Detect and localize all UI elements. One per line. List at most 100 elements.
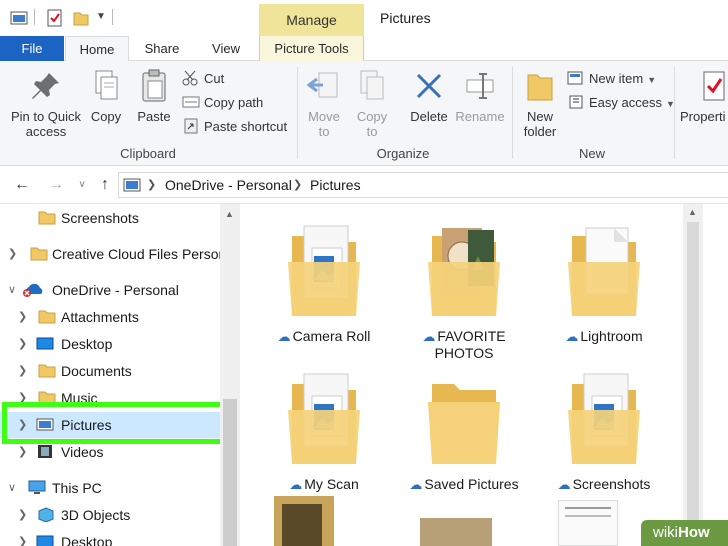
collapse-chevron-icon[interactable]: ∨ (8, 475, 16, 501)
folder-name: FAVORITE PHOTOS (434, 328, 506, 361)
folder-screenshots[interactable]: ☁ Screenshots (544, 368, 664, 493)
up-arrow-icon[interactable]: ↑ (95, 175, 115, 195)
new-folder-label: New folder (523, 109, 557, 139)
easy-access-button[interactable]: Easy access ▼ (567, 93, 675, 113)
cloud-icon: ☁ (557, 477, 571, 492)
expand-chevron-icon[interactable]: ❯ (18, 529, 27, 546)
cut-label: Cut (204, 71, 225, 86)
delete-button[interactable]: Delete (404, 69, 454, 124)
address-bar: ← → ∨ ↑ ❯ OneDrive - Personal ❯ Pictures (0, 166, 728, 204)
new-folder-button[interactable]: New folder (518, 69, 562, 139)
onedrive-icon (23, 283, 43, 297)
window-title: Pictures (380, 10, 431, 26)
pin-to-quick-access-button[interactable]: Pin to Quick access (6, 69, 86, 139)
folder-icon (38, 364, 56, 378)
scroll-up-icon[interactable]: ▲ (688, 207, 697, 217)
folder-camera-roll[interactable]: ☁ Camera Roll (264, 220, 384, 345)
delete-label: Delete (410, 109, 448, 124)
computer-icon (28, 480, 46, 494)
breadcrumb-pictures[interactable]: Pictures (310, 177, 361, 193)
tab-home[interactable]: Home (65, 36, 129, 62)
folder-favorite-photos[interactable]: ☁ FAVORITE PHOTOS (404, 220, 524, 362)
clipboard-group-label: Clipboard (120, 146, 176, 161)
move-to-icon (307, 72, 338, 98)
nav-item-label: Desktop (61, 534, 113, 546)
rename-label: Rename (455, 109, 505, 124)
tab-share[interactable]: Share (134, 36, 190, 61)
watermark-prefix: wiki (653, 524, 678, 541)
expand-chevron-icon[interactable]: ❯ (18, 304, 27, 330)
forward-arrow-icon[interactable]: → (46, 175, 66, 195)
nav-item-onedrive[interactable]: ∨ OneDrive - Personal (0, 277, 220, 303)
nav-item-this-pc[interactable]: ∨ This PC (0, 475, 220, 501)
desktop-icon (36, 535, 54, 546)
nav-item-3d-objects[interactable]: ❯ 3D Objects (0, 502, 220, 528)
breadcrumb-onedrive[interactable]: OneDrive - Personal (165, 177, 292, 193)
paste-shortcut-button[interactable]: Paste shortcut (182, 117, 287, 137)
explorer-icon (10, 11, 28, 25)
nav-item-attachments[interactable]: ❯ Attachments (0, 304, 220, 330)
folder-icon (30, 247, 48, 261)
photo-thumbnail[interactable] (420, 518, 492, 546)
nav-scrollbar-thumb[interactable] (223, 399, 237, 546)
expand-chevron-icon[interactable]: ❯ (18, 502, 27, 528)
properties-icon (703, 71, 725, 101)
pin-icon (32, 73, 59, 99)
cloud-icon: ☁ (277, 329, 291, 344)
tab-picture-tools[interactable]: Picture Tools (259, 36, 364, 61)
tab-view[interactable]: View (198, 36, 254, 61)
folder-lightroom[interactable]: ☁ Lightroom (544, 220, 664, 345)
nav-item-desktop-pc[interactable]: ❯ Desktop (0, 529, 220, 546)
move-to-button[interactable]: Move to (302, 69, 346, 139)
recent-locations-icon[interactable]: ∨ (72, 175, 92, 195)
folder-name: Screenshots (572, 476, 651, 492)
content-scrollbar[interactable]: ▲ (683, 204, 703, 546)
copy-to-button[interactable]: Copy to (350, 69, 394, 139)
new-item-button[interactable]: New item ▼ (567, 69, 656, 89)
qa-customize-icon[interactable]: ▼ (96, 11, 106, 31)
folder-name: My Scan (304, 476, 359, 492)
copy-path-icon (182, 96, 200, 108)
properties-qa-icon[interactable] (46, 8, 64, 28)
folder-icon (568, 227, 640, 316)
copy-to-label: Copy to (356, 109, 388, 139)
scissors-icon (182, 70, 198, 86)
breadcrumb-chevron-icon: ❯ (147, 179, 157, 191)
collapse-chevron-icon[interactable]: ∨ (8, 277, 16, 303)
nav-item-creative-cloud[interactable]: ❯ Creative Cloud Files Persona (0, 241, 234, 267)
copy-button[interactable]: Copy (88, 69, 124, 124)
photo-thumbnail[interactable] (274, 496, 334, 546)
copy-path-button[interactable]: Copy path (182, 93, 263, 113)
expand-chevron-icon[interactable]: ❯ (18, 331, 27, 357)
easy-access-label: Easy access (589, 95, 662, 110)
folder-saved-pictures[interactable]: ☁ Saved Pictures (404, 368, 524, 493)
navigation-pane: Screenshots ❯ Creative Cloud Files Perso… (0, 204, 240, 546)
nav-item-screenshots[interactable]: Screenshots (0, 205, 220, 231)
cut-button[interactable]: Cut (182, 69, 224, 89)
nav-item-label: Screenshots (61, 210, 139, 226)
highlight-box (2, 402, 228, 444)
tab-file[interactable]: File (0, 36, 64, 61)
folder-my-scan[interactable]: ☁ My Scan (264, 368, 384, 493)
expand-chevron-icon[interactable]: ❯ (18, 358, 27, 384)
properties-button[interactable]: Properti (680, 69, 728, 124)
back-arrow-icon[interactable]: ← (12, 175, 32, 195)
content-scrollbar-thumb[interactable] (687, 222, 699, 546)
properties-label: Properti (680, 109, 726, 124)
folder-name: Camera Roll (292, 328, 371, 344)
rename-button[interactable]: Rename (452, 69, 508, 124)
tab-manage[interactable]: Manage (259, 4, 364, 36)
nav-scrollbar[interactable]: ▲ (220, 204, 240, 546)
document-thumbnail[interactable] (558, 500, 618, 546)
nav-item-label: This PC (52, 480, 102, 496)
copy-path-label: Copy path (204, 95, 264, 110)
breadcrumb[interactable]: ❯ OneDrive - Personal ❯ Pictures (118, 172, 728, 198)
nav-item-documents[interactable]: ❯ Documents (0, 358, 220, 384)
expand-chevron-icon[interactable]: ❯ (8, 241, 17, 267)
nav-item-desktop[interactable]: ❯ Desktop (0, 331, 220, 357)
easy-access-icon (569, 95, 583, 109)
paste-button[interactable]: Paste (134, 69, 174, 124)
scroll-up-icon[interactable]: ▲ (225, 209, 234, 219)
new-folder-qa-icon[interactable] (72, 8, 90, 28)
rename-icon (466, 73, 494, 99)
